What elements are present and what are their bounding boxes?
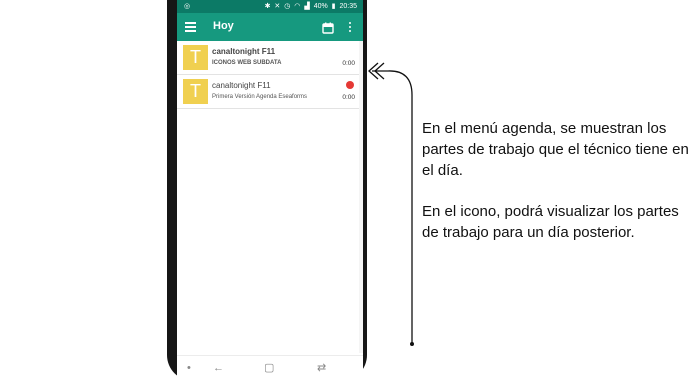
annotation-paragraph-1: En el menú agenda, se muestran los parte… [422, 120, 689, 179]
annotation-paragraph-2: En el icono, podrá visualizar los partes… [422, 203, 679, 241]
annotation-text: En el menú agenda, se muestran los parte… [422, 118, 692, 243]
